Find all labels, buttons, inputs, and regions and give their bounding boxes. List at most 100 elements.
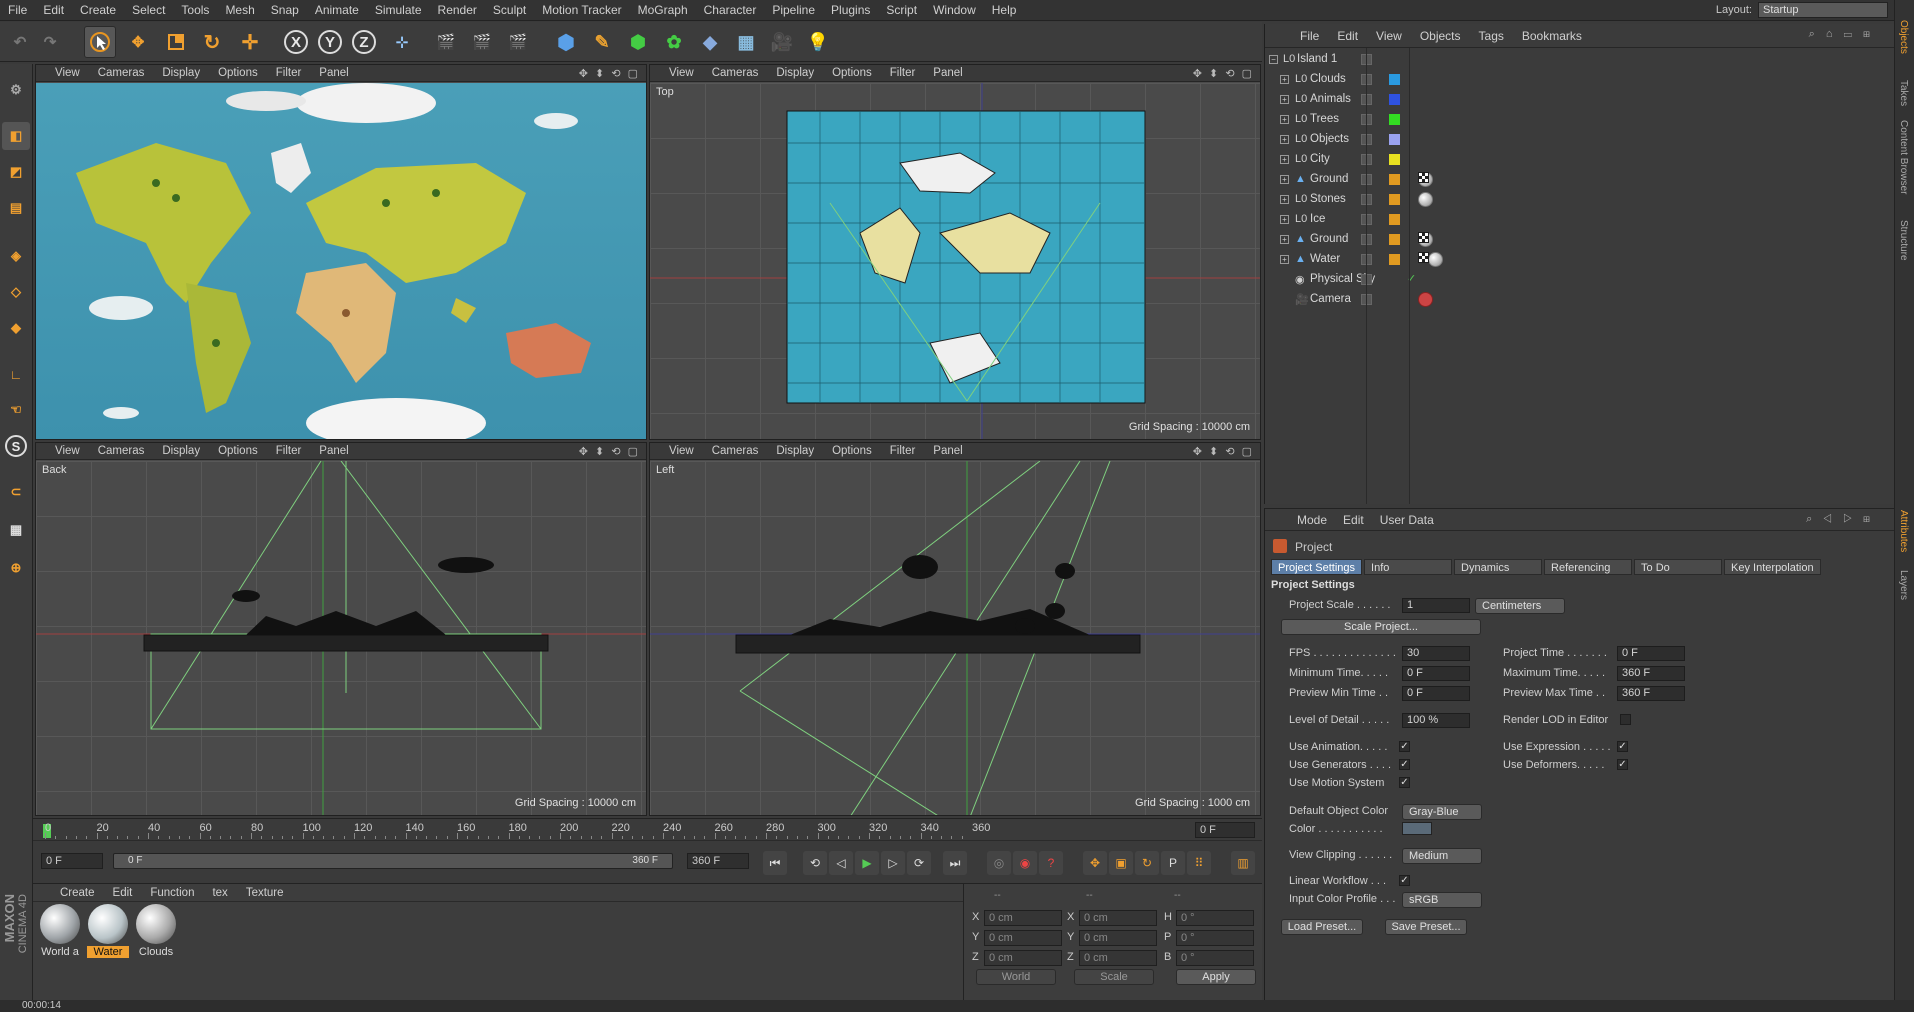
- use-generators-checkbox[interactable]: ✓: [1399, 759, 1410, 770]
- object-row[interactable]: + L0 Trees: [1265, 110, 1895, 130]
- side-tab-takes[interactable]: Takes: [1898, 80, 1909, 106]
- move-icon[interactable]: ✥: [122, 26, 154, 58]
- use-deformers-checkbox[interactable]: ✓: [1617, 759, 1628, 770]
- use-expression-checkbox[interactable]: ✓: [1617, 741, 1628, 752]
- polygons-mode-icon[interactable]: ◆: [2, 314, 30, 342]
- coordinate-system-icon[interactable]: ⊹: [386, 26, 418, 58]
- points-mode-icon[interactable]: ◈: [2, 242, 30, 270]
- expand-toggle-icon[interactable]: +: [1280, 215, 1289, 224]
- viewport-menu-options[interactable]: Options: [823, 445, 881, 457]
- viewport-menu-panel[interactable]: Panel: [924, 445, 971, 457]
- object-menu-tags[interactable]: Tags: [1470, 29, 1513, 43]
- x-axis-icon[interactable]: X: [280, 26, 312, 58]
- tag-protection-icon[interactable]: [1418, 292, 1433, 307]
- go-to-start-icon[interactable]: ⏮: [763, 851, 787, 875]
- camera-icon[interactable]: 🎥: [766, 26, 798, 58]
- tweak-mode-icon[interactable]: ☜: [2, 396, 30, 424]
- preview-min-field[interactable]: 0 F: [1402, 686, 1470, 701]
- menu-item-script[interactable]: Script: [878, 3, 925, 17]
- material-clouds[interactable]: Clouds: [135, 904, 177, 960]
- preview-max-field[interactable]: 360 F: [1617, 686, 1685, 701]
- menu-item-plugins[interactable]: Plugins: [823, 3, 878, 17]
- timeline-ruler[interactable]: 0 F 0 20 40 60 80 100 120 140 160 180 200 220 240 260…: [33, 818, 1262, 840]
- expand-toggle-icon[interactable]: +: [1280, 115, 1289, 124]
- expand-toggle-icon[interactable]: +: [1280, 155, 1289, 164]
- expand-toggle-icon[interactable]: +: [1280, 135, 1289, 144]
- object-row[interactable]: 🎥 Camera: [1265, 290, 1895, 310]
- coord-field[interactable]: 0 °: [1176, 930, 1254, 946]
- viewport-top[interactable]: View Cameras Display Options Filter Panel ✥ ⬍…: [649, 64, 1261, 440]
- viewport-menu-view[interactable]: View: [46, 445, 89, 457]
- material-menu-texture[interactable]: Texture: [237, 887, 293, 899]
- viewport-menu-filter[interactable]: Filter: [267, 67, 311, 79]
- current-frame-field[interactable]: 0 F: [1195, 822, 1255, 838]
- expand-toggle-icon[interactable]: +: [1280, 255, 1289, 264]
- viewport-nav-icons[interactable]: ✥ ⬍ ⟲ ▢: [579, 67, 640, 80]
- next-key-icon[interactable]: ⟳: [907, 851, 931, 875]
- pen-icon[interactable]: ✎: [586, 26, 618, 58]
- menu-item-mesh[interactable]: Mesh: [217, 3, 262, 17]
- scale-icon[interactable]: [160, 26, 192, 58]
- deformer-icon[interactable]: ◆: [694, 26, 726, 58]
- live-selection-icon[interactable]: [84, 26, 116, 58]
- menu-item-snap[interactable]: Snap: [263, 3, 307, 17]
- object-row[interactable]: + ▲ Water: [1265, 250, 1895, 270]
- viewport-menu-options[interactable]: Options: [209, 67, 267, 79]
- viewport-menu-view[interactable]: View: [660, 445, 703, 457]
- coord-field[interactable]: 0 cm: [1079, 910, 1157, 926]
- timeline-window-icon[interactable]: ▥: [1231, 851, 1255, 875]
- material-menu-tex[interactable]: tex: [203, 887, 236, 899]
- object-row[interactable]: + L0 Animals: [1265, 90, 1895, 110]
- render-lod-checkbox[interactable]: [1620, 714, 1631, 725]
- coord-field[interactable]: 0 cm: [1079, 930, 1157, 946]
- coord-field[interactable]: 0 cm: [984, 910, 1062, 926]
- key-parameter-icon[interactable]: P: [1161, 851, 1185, 875]
- object-row[interactable]: + ▲ Ground: [1265, 230, 1895, 250]
- render-settings-icon[interactable]: 🎬: [502, 26, 534, 58]
- viewport-menu-options[interactable]: Options: [209, 445, 267, 457]
- object-row[interactable]: + L0 Clouds: [1265, 70, 1895, 90]
- viewport-menu-panel[interactable]: Panel: [310, 67, 357, 79]
- attribute-menu-edit[interactable]: Edit: [1335, 513, 1372, 527]
- viewport-nav-icons[interactable]: ✥ ⬍ ⟲ ▢: [579, 445, 640, 458]
- coord-system-select[interactable]: World: [976, 969, 1056, 985]
- save-preset-button[interactable]: Save Preset...: [1385, 919, 1467, 935]
- texture-mode-icon[interactable]: ◩: [2, 158, 30, 186]
- viewport-perspective[interactable]: View Cameras Display Options Filter Panel ✥ ⬍…: [35, 64, 647, 440]
- tab-referencing[interactable]: Referencing: [1544, 559, 1633, 575]
- planar-workplane-icon[interactable]: ⊕: [2, 554, 30, 582]
- menu-item-file[interactable]: File: [0, 3, 35, 17]
- object-row[interactable]: − L0 Island 1: [1265, 50, 1895, 70]
- key-selection-icon[interactable]: ?: [1039, 851, 1063, 875]
- undo-icon[interactable]: ↶: [4, 26, 36, 58]
- workplane-icon[interactable]: ▤: [2, 194, 30, 222]
- menu-item-character[interactable]: Character: [696, 3, 765, 17]
- prev-key-icon[interactable]: ⟲: [803, 851, 827, 875]
- key-position-icon[interactable]: ✥: [1083, 851, 1107, 875]
- cloner-icon[interactable]: ✿: [658, 26, 690, 58]
- expand-toggle-icon[interactable]: [1280, 275, 1289, 284]
- expand-toggle-icon[interactable]: +: [1280, 195, 1289, 204]
- expand-toggle-icon[interactable]: −: [1269, 55, 1278, 64]
- floor-icon[interactable]: ▦: [730, 26, 762, 58]
- autokey-icon[interactable]: ◉: [1013, 851, 1037, 875]
- object-menu-bookmarks[interactable]: Bookmarks: [1513, 29, 1591, 43]
- menu-item-simulate[interactable]: Simulate: [367, 3, 430, 17]
- load-preset-button[interactable]: Load Preset...: [1281, 919, 1363, 935]
- viewport-menu-filter[interactable]: Filter: [881, 67, 925, 79]
- viewport-menu-panel[interactable]: Panel: [310, 445, 357, 457]
- y-axis-icon[interactable]: Y: [314, 26, 346, 58]
- menu-item-window[interactable]: Window: [925, 3, 984, 17]
- axis-mode-icon[interactable]: ∟: [2, 360, 30, 388]
- material-menu-create[interactable]: Create: [51, 887, 104, 899]
- side-tab-layers[interactable]: Layers: [1898, 570, 1909, 600]
- attribute-nav-icons[interactable]: ⌕ ◁ ▷ ⊞: [1806, 513, 1874, 526]
- viewport-menu-options[interactable]: Options: [823, 67, 881, 79]
- tab-key-interpolation[interactable]: Key Interpolation: [1724, 559, 1821, 575]
- project-scale-unit-select[interactable]: Centimeters: [1475, 598, 1565, 614]
- viewport-menu-view[interactable]: View: [46, 67, 89, 79]
- view-clipping-select[interactable]: Medium: [1402, 848, 1482, 864]
- viewport-menu-display[interactable]: Display: [153, 445, 209, 457]
- side-tab-structure[interactable]: Structure: [1898, 220, 1909, 261]
- material-world-a[interactable]: World a: [39, 904, 81, 960]
